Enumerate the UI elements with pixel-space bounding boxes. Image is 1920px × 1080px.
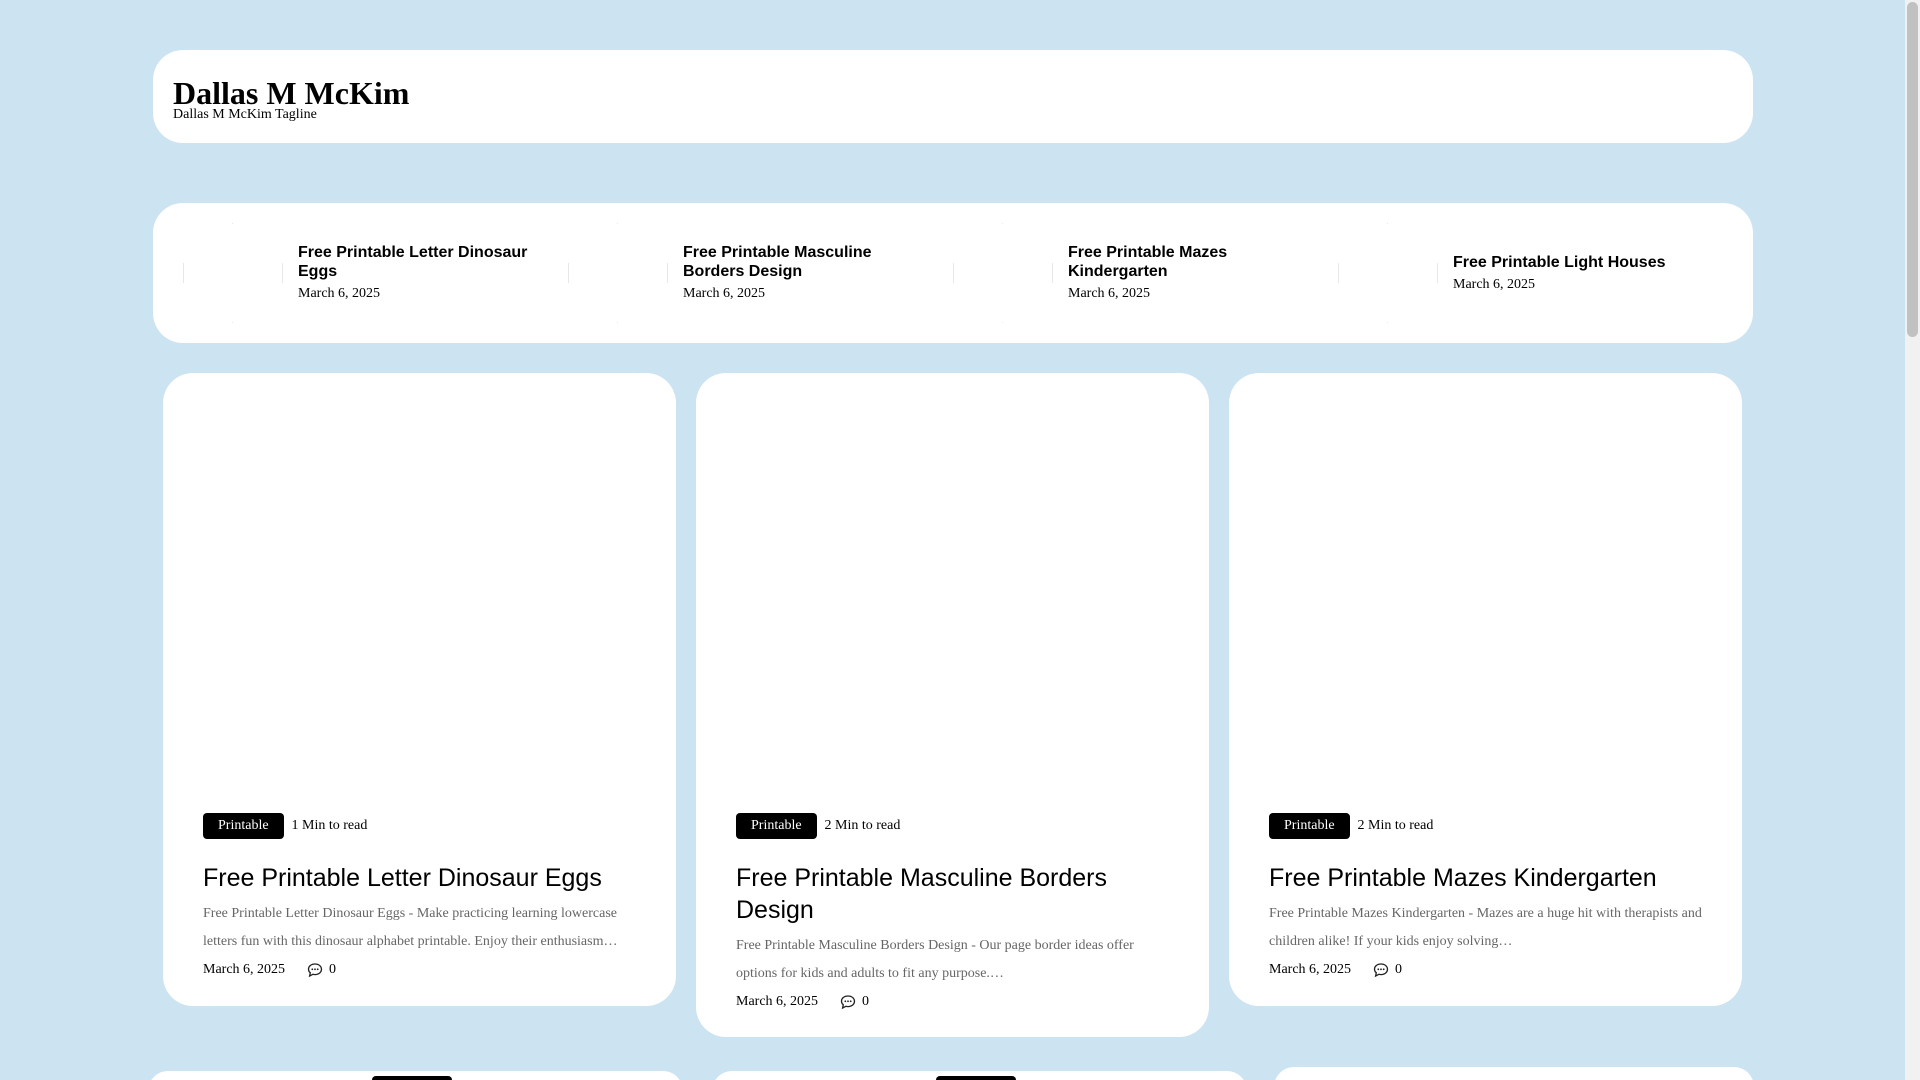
ticker-item[interactable]: Free Printable Letter Dinosaur Eggs Marc… [153,223,538,323]
post-excerpt: Free Printable Masculine Borders Design … [736,938,1134,981]
post-card-partial [1274,1067,1754,1080]
ticker-date: March 6, 2025 [683,286,766,301]
post-date: March 6, 2025 [203,962,286,977]
comment-bubble-icon[interactable] [1373,962,1389,978]
category-badge-partial[interactable] [936,1076,1016,1080]
ticker-thumbnail[interactable] [1338,223,1438,323]
read-time: 2 Min to read [1357,818,1434,833]
post-date: March 6, 2025 [1269,962,1352,977]
post-date: March 6, 2025 [736,994,819,1009]
vertical-scrollbar[interactable] [1905,0,1920,1080]
ticker-date: March 6, 2025 [1453,276,1536,292]
post-excerpt: Free Printable Mazes Kindergarten - Maze… [1269,906,1702,949]
comment-bubble-icon[interactable] [307,962,323,978]
ticker-title[interactable]: Free Printable Masculine Borders Design [683,243,918,281]
category-badge[interactable]: Printable [203,813,284,839]
ticker-date: March 6, 2025 [298,286,381,301]
post-card: Printable 1 Min to read Free Printable L… [163,373,676,1006]
scrollbar-thumb[interactable] [1907,2,1918,337]
category-badge[interactable]: Printable [736,813,817,839]
comment-count[interactable]: 0 [862,994,869,1010]
category-badge[interactable]: Printable [1269,813,1350,839]
comment-count[interactable]: 0 [1395,962,1402,978]
ticker-thumbnail[interactable] [568,223,668,323]
ticker-thumbnail[interactable] [953,223,1053,323]
ticker-thumbnail[interactable] [183,223,283,323]
post-title[interactable]: Free Printable Masculine Borders Design [736,862,1169,926]
read-time: 2 Min to read [824,818,901,833]
ticker-title[interactable]: Free Printable Letter Dinosaur Eggs [298,243,533,281]
read-time: 1 Min to read [291,818,368,833]
site-tagline: Dallas M McKim Tagline [173,107,317,122]
ticker-title[interactable]: Free Printable Light Houses [1453,253,1688,272]
post-title[interactable]: Free Printable Mazes Kindergarten [1269,862,1702,894]
post-card-partial [712,1071,1247,1080]
ticker-date: March 6, 2025 [1068,286,1151,301]
comment-bubble-icon[interactable] [840,994,856,1010]
site-header: Dallas M McKim Dallas M McKim Tagline [153,50,1753,143]
post-card-partial [148,1071,683,1080]
featured-posts-ticker: Free Printable Letter Dinosaur Eggs Marc… [153,203,1753,343]
post-excerpt: Free Printable Letter Dinosaur Eggs - Ma… [203,906,618,949]
ticker-item[interactable]: Free Printable Mazes Kindergarten March … [923,223,1308,323]
comment-count[interactable]: 0 [329,962,336,978]
ticker-item[interactable]: Free Printable Masculine Borders Design … [538,223,923,323]
post-title[interactable]: Free Printable Letter Dinosaur Eggs [203,862,636,894]
ticker-title[interactable]: Free Printable Mazes Kindergarten [1068,243,1303,281]
post-card: Printable 2 Min to read Free Printable M… [1229,373,1742,1006]
ticker-item[interactable]: Free Printable Light Houses March 6, 202… [1308,223,1693,323]
category-badge-partial[interactable] [372,1076,452,1080]
post-card: Printable 2 Min to read Free Printable M… [696,373,1209,1037]
